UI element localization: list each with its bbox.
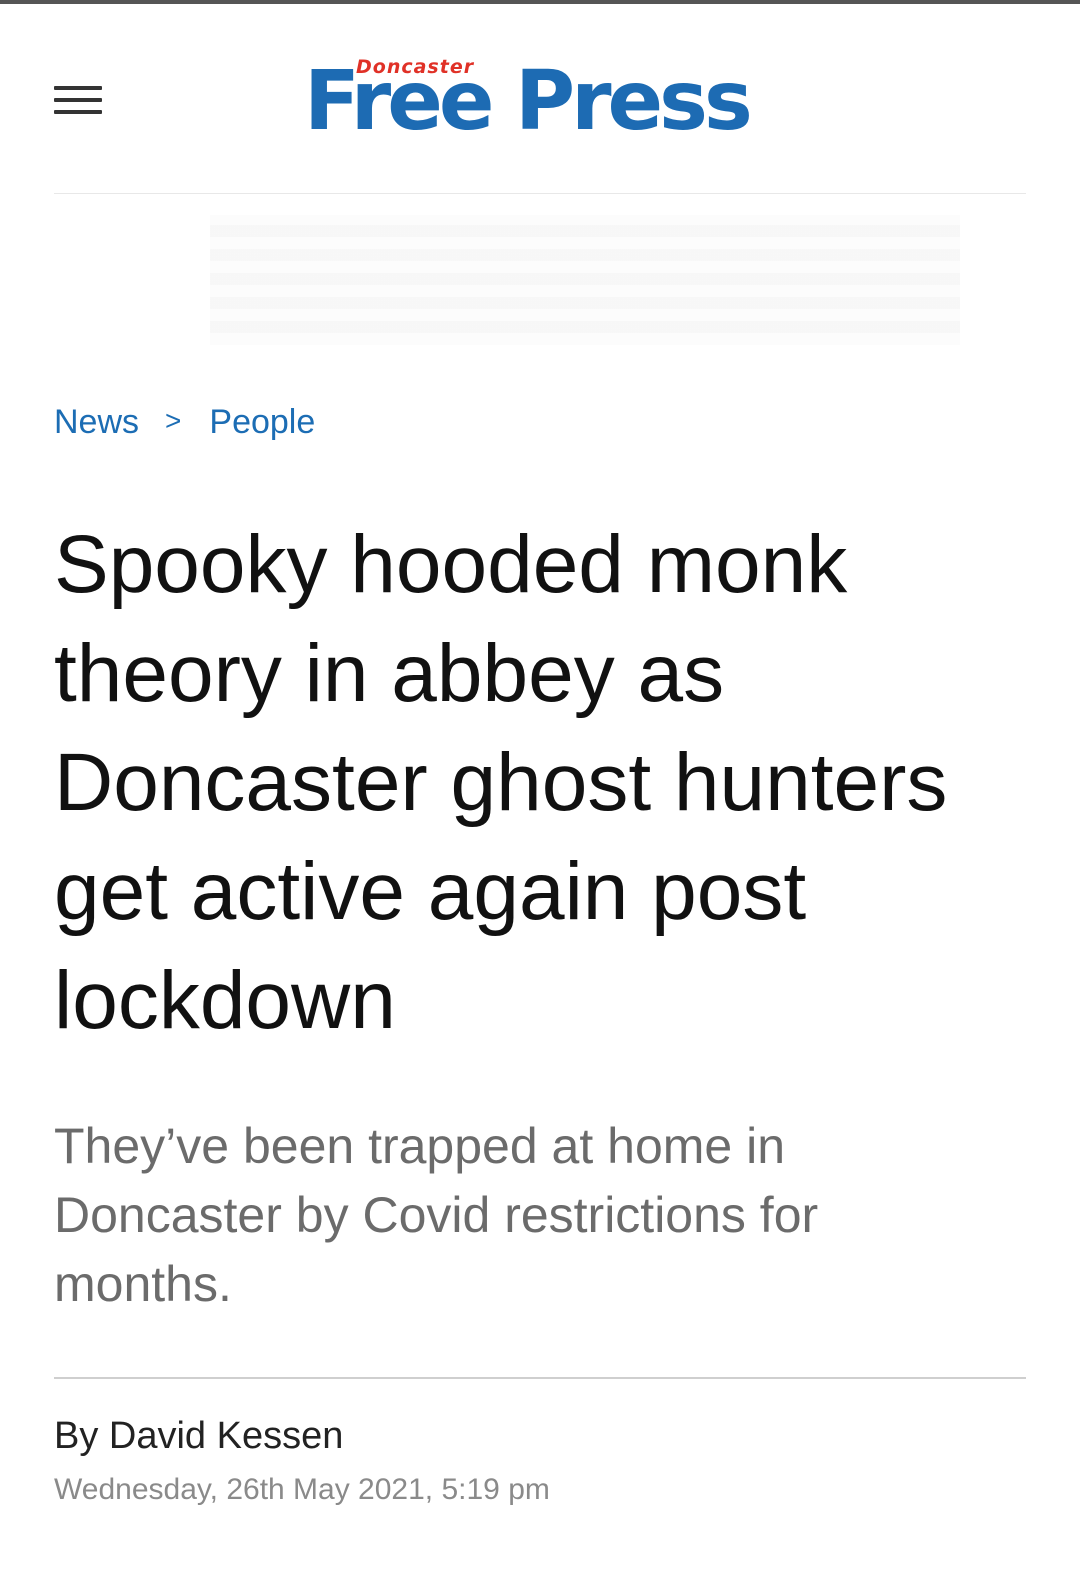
breadcrumb-separator: >: [165, 405, 182, 436]
ad-placeholder: [210, 215, 960, 345]
breadcrumb: News > People: [54, 398, 315, 448]
site-logo[interactable]: Free Press Doncaster: [304, 52, 774, 152]
article-date: Wednesday, 26th May 2021, 5:19 pm: [54, 1473, 550, 1506]
byline-divider: [54, 1377, 1026, 1379]
article-author: By David Kessen: [54, 1410, 343, 1462]
hamburger-menu-icon[interactable]: [54, 86, 102, 118]
article-headline: Spooky hooded monk theory in abbey as Do…: [54, 519, 948, 1046]
breadcrumb-item-news[interactable]: News: [54, 403, 139, 441]
breadcrumb-item-people[interactable]: People: [209, 403, 315, 441]
article-standfirst: They’ve been trapped at home in Doncaste…: [54, 1118, 819, 1312]
logo-town-name: Doncaster: [356, 56, 475, 78]
site-header: Free Press Doncaster: [0, 4, 1080, 194]
author-link[interactable]: By David Kessen: [54, 1415, 343, 1457]
header-divider: [54, 193, 1026, 194]
